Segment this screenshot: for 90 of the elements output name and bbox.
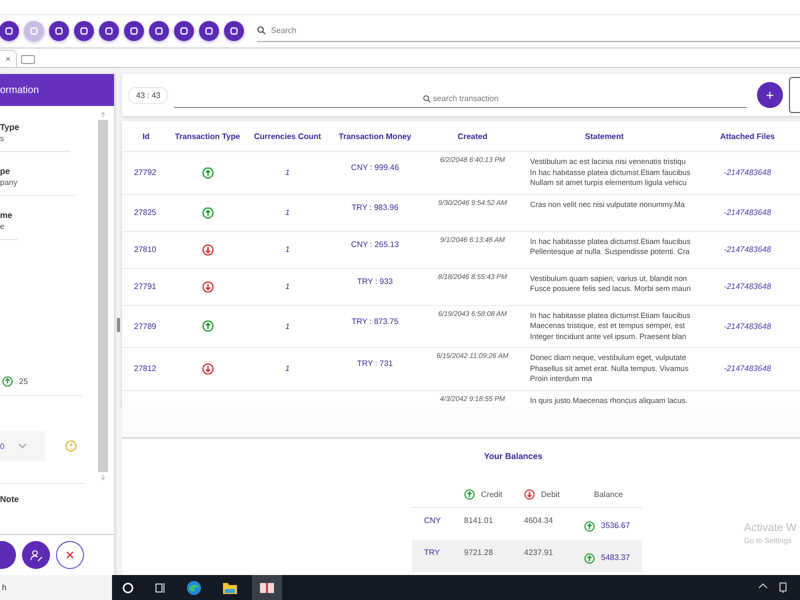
field-value: e [0, 222, 6, 231]
taskbar-app[interactable] [252, 575, 282, 600]
column-header: Credit [481, 490, 502, 498]
table-cell: 27810 [134, 245, 156, 254]
toolbar-button[interactable] [49, 21, 69, 41]
search-placeholder: search transaction [433, 94, 498, 103]
field-label: Type [0, 122, 20, 132]
close-icon [65, 550, 75, 560]
search-placeholder: Search [271, 26, 296, 35]
sign-button[interactable] [22, 541, 50, 569]
toolbar-button[interactable] [99, 21, 119, 41]
chevron-down-icon [18, 443, 28, 449]
toolbar-button[interactable] [0, 21, 19, 41]
file-link[interactable]: -2147483648 [724, 282, 772, 291]
file-link[interactable]: -2147483648 [724, 364, 772, 374]
toolbar-button[interactable] [74, 21, 94, 41]
column-header[interactable]: Created [420, 121, 525, 151]
table-cell: 1 [285, 168, 290, 178]
table-cell: CNY : 999.46 [351, 163, 399, 172]
table-cell: 1 [285, 208, 290, 217]
table-cell: 9721.28 [464, 548, 493, 557]
browser-icon[interactable] [186, 580, 202, 596]
file-link[interactable]: -2147483648 [724, 245, 772, 254]
new-tab-button[interactable] [21, 55, 35, 64]
taskbar-search[interactable]: h [0, 575, 112, 600]
tab[interactable]: × [0, 50, 17, 67]
column-header[interactable]: Id [122, 121, 170, 151]
book-icon [259, 582, 275, 594]
table-cell: TRY : 731 [357, 359, 393, 368]
search-icon [423, 94, 432, 102]
table-cell: 1 [285, 282, 290, 291]
table-cell: 27791 [134, 282, 156, 291]
table-cell: 1 [285, 322, 290, 331]
section-title: Your Balances [484, 451, 542, 461]
person-pen-icon [30, 548, 42, 562]
panel-edge [789, 77, 800, 113]
table-cell: 3536.67 [601, 521, 630, 530]
chevron-up-icon[interactable] [758, 582, 768, 590]
table-cell: TRY : 873.75 [352, 316, 398, 326]
add-button[interactable]: + [757, 82, 783, 108]
toolbar-button[interactable] [224, 21, 244, 41]
balance-row[interactable]: TRY 9721.28 4237.91 5483.37 [412, 540, 642, 572]
task-view-icon[interactable] [154, 582, 166, 594]
column-header: Debit [541, 490, 560, 498]
column-header[interactable]: Transaction Type [170, 121, 245, 151]
toolbar-button[interactable] [199, 21, 219, 41]
table-cell: 1 [285, 364, 290, 374]
toolbar-button[interactable] [174, 21, 194, 41]
table-cell: TRY : 933 [357, 277, 393, 286]
table-cell: 4237.91 [524, 548, 553, 557]
toolbar-button[interactable] [149, 21, 169, 41]
column-header[interactable]: Attached Files [705, 121, 790, 151]
table-cell: 27812 [134, 364, 156, 374]
column-header[interactable]: Statement [525, 121, 705, 151]
network-icon[interactable] [778, 582, 788, 594]
field-label: Note [0, 483, 84, 504]
currency-code: CNY [424, 516, 441, 525]
column-header[interactable]: Currencies Count [245, 121, 330, 151]
table-cell: 1 [285, 245, 290, 254]
table-cell: 8141.01 [464, 516, 493, 525]
table-cell: CNY : 265.13 [351, 240, 399, 249]
amount-value: 25 [19, 377, 28, 386]
table-cell: 27825 [134, 208, 156, 217]
warning-icon [65, 440, 77, 452]
file-link[interactable]: -2147483648 [724, 168, 772, 178]
circle-icon[interactable] [122, 582, 134, 594]
file-link[interactable]: -2147483648 [724, 208, 772, 217]
table-cell: TRY : 983.96 [352, 203, 398, 212]
dropdown[interactable]: 0 [0, 431, 45, 461]
counter-badge: 43 : 43 [128, 86, 168, 104]
panel-title: ormation [0, 74, 114, 106]
field-label: pe [0, 166, 11, 176]
column-header[interactable]: Transaction Money [330, 121, 420, 151]
table-cell: 27792 [134, 168, 156, 178]
toolbar-button[interactable] [124, 21, 144, 41]
table-cell: 5483.37 [601, 553, 630, 562]
search-icon [257, 26, 266, 35]
balance-row[interactable]: CNY 8141.01 4604.34 3536.67 [412, 508, 642, 540]
cancel-button[interactable] [56, 541, 84, 569]
folder-icon[interactable] [222, 580, 238, 594]
currency-code: TRY [424, 548, 440, 557]
table-cell: 4604.34 [524, 516, 553, 525]
field-value: pany [0, 178, 18, 187]
field-value: s [0, 134, 5, 143]
table-cell: 27789 [134, 322, 156, 331]
file-link[interactable]: -2147483648 [724, 322, 772, 331]
activation-notice: Activate W [744, 522, 797, 534]
field-label: me [0, 210, 14, 220]
column-header: Balance [594, 490, 623, 498]
search-field[interactable]: search transaction [174, 90, 747, 108]
